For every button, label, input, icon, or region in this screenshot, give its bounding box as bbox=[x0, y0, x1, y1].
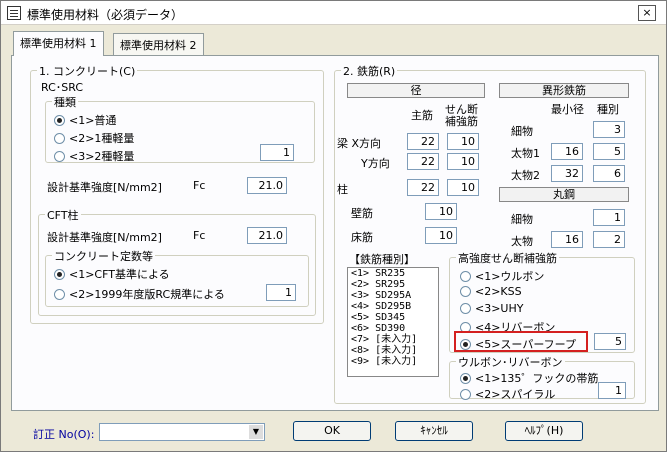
uhy-radio[interactable]: <3>UHY bbox=[460, 302, 523, 315]
rc-strength-label: 設計基準強度[N/mm2] bbox=[47, 181, 162, 194]
ulbon-riverbon-group: ウルボン･リバーボン <1>135゜フックの帯筋 <2>スパイラル 1 bbox=[449, 354, 635, 402]
round-thick-label: 太物 bbox=[511, 235, 533, 248]
rebar-group: 2. 鉄筋(R) 径 異形鉄筋 主筋 せん断 補強筋 梁 X方向 22 10 Y… bbox=[334, 63, 646, 404]
cft-strength-input[interactable]: 21.0 bbox=[247, 227, 287, 244]
cft-constants-value[interactable]: 1 bbox=[266, 284, 296, 301]
main-column-label: 主筋 bbox=[411, 109, 433, 122]
concrete-kind-light1-radio[interactable]: <2>1種軽量 bbox=[54, 130, 134, 146]
rc-src-title: RC･SRC bbox=[41, 81, 84, 94]
spiral-radio[interactable]: <2>スパイラル bbox=[460, 386, 555, 402]
beam-y-main-input[interactable]: 22 bbox=[407, 153, 439, 170]
concrete-kind-light2-radio[interactable]: <3>2種軽量 bbox=[54, 148, 134, 164]
rc-strength-input[interactable]: 21.0 bbox=[247, 177, 287, 194]
round-thick-min-input[interactable]: 16 bbox=[551, 231, 583, 248]
concrete-kind-normal-radio[interactable]: <1>普通 bbox=[54, 112, 116, 128]
rebar-types-header: 【鉄筋種別】 bbox=[349, 253, 415, 266]
high-strength-group: 高強度せん断補強筋 <1>ウルボン <2>KSS <3>UHY <4>リバーボン… bbox=[449, 250, 635, 353]
help-button[interactable]: ﾍﾙﾌﾟ(H) bbox=[505, 421, 583, 441]
wall-label: 壁筋 bbox=[351, 207, 373, 220]
revision-combo[interactable]: ▼ bbox=[99, 423, 265, 441]
rebar-type-item[interactable]: <3> SD295A bbox=[348, 290, 438, 301]
cft-group: CFT柱 設計基準強度[N/mm2] Fc 21.0 コンクリート定数等 <1>… bbox=[38, 207, 316, 316]
deformed-header: 異形鉄筋 bbox=[499, 83, 629, 98]
rebar-type-item[interactable]: <7> [未入力] bbox=[348, 334, 438, 345]
cft-standard-radio[interactable]: <1>CFT基準による bbox=[54, 266, 170, 282]
beam-y-label: Y方向 bbox=[361, 157, 390, 170]
high-strength-value[interactable]: 5 bbox=[594, 333, 626, 350]
round-thick-kind-input[interactable]: 2 bbox=[593, 231, 625, 248]
floor-label: 床筋 bbox=[351, 231, 373, 244]
selection-highlight bbox=[454, 331, 588, 352]
tab-standard-1[interactable]: 標準使用材料 1 bbox=[13, 31, 104, 56]
column-shear-input[interactable]: 10 bbox=[447, 179, 479, 196]
beam-x-label: 梁 X方向 bbox=[337, 137, 382, 150]
dialog-window: 標準使用材料（必須データ） × 標準使用材料 1 標準使用材料 2 1. コンク… bbox=[0, 0, 667, 452]
title-bar: 標準使用材料（必須データ） × bbox=[1, 1, 666, 25]
cft-title: CFT柱 bbox=[45, 207, 81, 223]
revision-label: 訂正 No(O): bbox=[33, 428, 95, 441]
deformed-thick2-label: 太物2 bbox=[511, 169, 540, 182]
deformed-thick1-kind-input[interactable]: 5 bbox=[593, 143, 625, 160]
round-bar-header: 丸鋼 bbox=[499, 187, 629, 202]
cft-strength-symbol: Fc bbox=[193, 229, 206, 242]
deformed-thin-label: 細物 bbox=[511, 125, 533, 138]
deformed-thick2-kind-input[interactable]: 6 bbox=[593, 165, 625, 182]
beam-x-shear-input[interactable]: 10 bbox=[447, 133, 479, 150]
cft-constants-title: コンクリート定数等 bbox=[52, 248, 155, 264]
deformed-thick1-min-input[interactable]: 16 bbox=[551, 143, 583, 160]
beam-x-main-input[interactable]: 22 bbox=[407, 133, 439, 150]
ulbon-radio[interactable]: <1>ウルボン bbox=[460, 268, 544, 284]
diameter-header: 径 bbox=[347, 83, 485, 98]
close-button[interactable]: × bbox=[638, 5, 656, 21]
kss-radio[interactable]: <2>KSS bbox=[460, 285, 522, 298]
round-thin-kind-input[interactable]: 1 bbox=[593, 209, 625, 226]
cft-strength-label: 設計基準強度[N/mm2] bbox=[47, 231, 162, 244]
deformed-thin-kind-input[interactable]: 3 bbox=[593, 121, 625, 138]
round-thin-label: 細物 bbox=[511, 213, 533, 226]
concrete-title: 1. コンクリート(C) bbox=[37, 63, 138, 79]
concrete-kind-value[interactable]: 1 bbox=[260, 144, 294, 161]
rebar-type-item[interactable]: <5> SD345 bbox=[348, 312, 438, 323]
tab-standard-2[interactable]: 標準使用材料 2 bbox=[113, 33, 204, 55]
wall-input[interactable]: 10 bbox=[425, 203, 457, 220]
column-main-input[interactable]: 22 bbox=[407, 179, 439, 196]
hook-135-radio[interactable]: <1>135゜フックの帯筋 bbox=[460, 370, 598, 386]
rebar-type-item[interactable]: <2> SR295 bbox=[348, 279, 438, 290]
high-strength-title: 高強度せん断補強筋 bbox=[456, 250, 559, 266]
rc-strength-symbol: Fc bbox=[193, 179, 206, 192]
rebar-types-list[interactable]: <1> SR235 <2> SR295 <3> SD295A <4> SD295… bbox=[347, 267, 439, 377]
deformed-thick1-label: 太物1 bbox=[511, 147, 540, 160]
kind-title: 種類 bbox=[52, 94, 78, 110]
chevron-down-icon[interactable]: ▼ bbox=[249, 425, 263, 439]
deformed-thick2-min-input[interactable]: 32 bbox=[551, 165, 583, 182]
document-icon bbox=[7, 6, 21, 20]
beam-y-shear-input[interactable]: 10 bbox=[447, 153, 479, 170]
ulbon-riverbon-title: ウルボン･リバーボン bbox=[456, 354, 565, 370]
min-diameter-label: 最小径 bbox=[551, 103, 584, 116]
kind-group: 種類 <1>普通 <2>1種軽量 <3>2種軽量 1 bbox=[45, 94, 315, 164]
rebar-type-item[interactable]: <9> [未入力] bbox=[348, 356, 438, 367]
ulbon-value[interactable]: 1 bbox=[598, 382, 626, 399]
column-label: 柱 bbox=[337, 183, 348, 196]
kind-column-label: 種別 bbox=[597, 103, 619, 116]
cancel-button[interactable]: ｷｬﾝｾﾙ bbox=[395, 421, 473, 441]
rebar-title: 2. 鉄筋(R) bbox=[341, 63, 398, 79]
rc-1999-standard-radio[interactable]: <2>1999年度版RC規準による bbox=[54, 286, 225, 302]
tab-panel: 1. コンクリート(C) RC･SRC 種類 <1>普通 <2>1種軽量 <3>… bbox=[11, 55, 659, 411]
shear-column-label-2: 補強筋 bbox=[445, 115, 478, 128]
ok-button[interactable]: OK bbox=[293, 421, 371, 441]
window-title: 標準使用材料（必須データ） bbox=[27, 8, 184, 22]
cft-constants-group: コンクリート定数等 <1>CFT基準による <2>1999年度版RC規準による … bbox=[45, 248, 309, 307]
floor-input[interactable]: 10 bbox=[425, 227, 457, 244]
rebar-type-item[interactable]: <4> SD295B bbox=[348, 301, 438, 312]
rebar-type-item[interactable]: <8> [未入力] bbox=[348, 345, 438, 356]
rebar-type-item[interactable]: <1> SR235 bbox=[348, 268, 438, 279]
rebar-type-item[interactable]: <6> SD390 bbox=[348, 323, 438, 334]
